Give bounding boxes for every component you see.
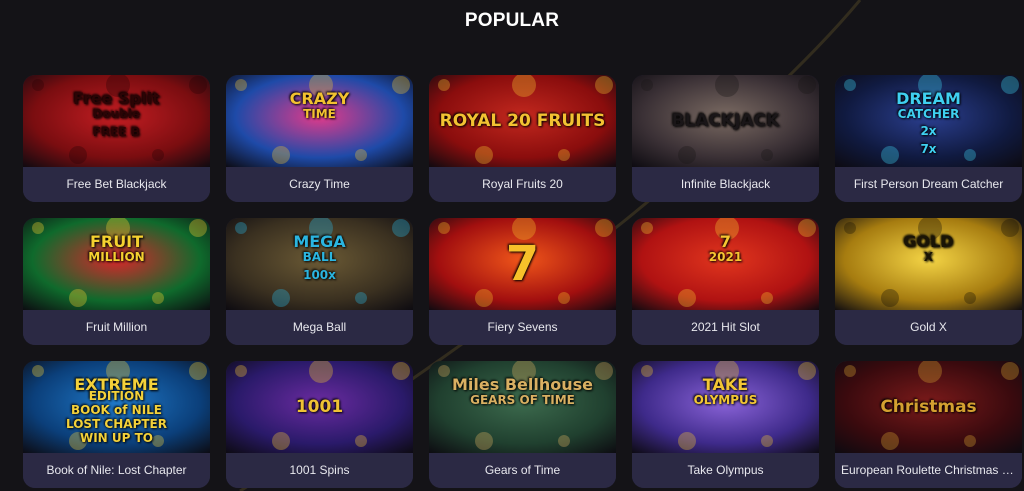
thumbnail-art-text: Free Split [73, 89, 160, 108]
game-thumbnail[interactable]: DREAM CATCHER 2x 7x [835, 75, 1022, 167]
thumbnail-art-text: EDITION [88, 389, 145, 403]
thumbnail-art-text: BLACKJACK [671, 111, 780, 131]
game-card-fruit-million[interactable]: FRUIT MILLION Fruit Million [23, 218, 210, 345]
thumbnail-art-text: 1001 [295, 397, 344, 417]
game-thumbnail[interactable]: CRAZY TIME [226, 75, 413, 167]
game-title[interactable]: Fruit Million [23, 310, 210, 345]
thumbnail-art-text: CRAZY [289, 89, 350, 108]
thumbnail-art-text: 7x [920, 141, 937, 156]
game-card-free-bet-blackjack[interactable]: Free Split Double FREE B Free Bet Blackjack [23, 75, 210, 202]
thumbnail-art-text: GOLD [903, 232, 954, 251]
thumbnail-art-text: 100x [303, 268, 336, 282]
game-card-gold-x[interactable]: GOLD X Gold X [835, 218, 1022, 345]
thumbnail-art-text: MEGA [293, 232, 346, 251]
thumbnail-art-text: GEARS OF TIME [470, 393, 575, 407]
thumbnail-art-text: BALL [302, 250, 337, 264]
thumbnail-art-text: FRUIT [89, 232, 144, 251]
game-thumbnail[interactable]: FRUIT MILLION [23, 218, 210, 310]
game-title[interactable]: 2021 Hit Slot [632, 310, 819, 345]
thumbnail-art-text: TAKE [702, 375, 749, 394]
game-title[interactable]: Mega Ball [226, 310, 413, 345]
thumbnail-art-text: 7 [719, 232, 732, 251]
game-title[interactable]: Gears of Time [429, 453, 616, 488]
game-card-gears-of-time[interactable]: Miles Bellhouse GEARS OF TIME Gears of Tim… [429, 361, 616, 488]
game-card-crazy-time[interactable]: CRAZY TIME Crazy Time [226, 75, 413, 202]
game-thumbnail[interactable]: BLACKJACK [632, 75, 819, 167]
thumbnail-art-text: Miles Bellhouse [452, 375, 593, 394]
game-thumbnail[interactable]: Free Split Double FREE B [23, 75, 210, 167]
thumbnail-art-text: WIN UP TO [79, 431, 154, 445]
thumbnail-art-text: MILLION [88, 250, 145, 264]
game-card-royal-fruits-20[interactable]: ROYAL 20 FRUITS Royal Fruits 20 [429, 75, 616, 202]
game-thumbnail[interactable]: GOLD X [835, 218, 1022, 310]
thumbnail-art-text: OLYMPUS [693, 393, 758, 407]
game-thumbnail[interactable]: MEGA BALL 100x [226, 218, 413, 310]
section-title: POPULAR [464, 10, 560, 31]
game-title[interactable]: Free Bet Blackjack [23, 167, 210, 202]
game-thumbnail[interactable]: ROYAL 20 FRUITS [429, 75, 616, 167]
game-card-take-olympus[interactable]: TAKE OLYMPUS Take Olympus [632, 361, 819, 488]
thumbnail-art-text: X [923, 250, 934, 264]
thumbnail-art-text: ROYAL 20 FRUITS [439, 111, 606, 131]
thumbnail-art-text: DREAM [896, 89, 961, 108]
game-thumbnail[interactable]: Miles Bellhouse GEARS OF TIME [429, 361, 616, 453]
game-card-mega-ball[interactable]: MEGA BALL 100x Mega Ball [226, 218, 413, 345]
game-title[interactable]: Take Olympus [632, 453, 819, 488]
games-grid: Free Split Double FREE B Free Bet Blackjack… [23, 75, 1022, 488]
game-title[interactable]: First Person Dream Catcher [835, 167, 1022, 202]
game-title[interactable]: Infinite Blackjack [632, 167, 819, 202]
game-title[interactable]: Crazy Time [226, 167, 413, 202]
thumbnail-art-text: BOOK of NILE [70, 403, 163, 417]
thumbnail-art-text: 7 [505, 236, 540, 292]
game-title[interactable]: Book of Nile: Lost Chapter [23, 453, 210, 488]
thumbnail-art-text: 2021 [708, 250, 743, 264]
game-card-european-roulette-christmas-edition[interactable]: Christmas European Roulette Christmas Edi… [835, 361, 1022, 488]
thumbnail-art-text: CATCHER [897, 106, 960, 121]
thumbnail-art-text: Double [92, 107, 141, 121]
thumbnail-art-text: FREE B [92, 125, 141, 139]
game-thumbnail[interactable]: 1001 [226, 361, 413, 453]
game-card-fiery-sevens[interactable]: 7 Fiery Sevens [429, 218, 616, 345]
game-card-book-of-nile-lost-chapter[interactable]: EXTREME EDITION BOOK of NILE LOST CHAPTER WI… [23, 361, 210, 488]
game-title[interactable]: Fiery Sevens [429, 310, 616, 345]
game-thumbnail[interactable]: EXTREME EDITION BOOK of NILE LOST CHAPTER WI… [23, 361, 210, 453]
game-title[interactable]: 1001 Spins [226, 453, 413, 488]
game-thumbnail[interactable]: Christmas [835, 361, 1022, 453]
game-card-infinite-blackjack[interactable]: BLACKJACK Infinite Blackjack [632, 75, 819, 202]
game-title[interactable]: Gold X [835, 310, 1022, 345]
game-thumbnail[interactable]: TAKE OLYMPUS [632, 361, 819, 453]
game-card-1001-spins[interactable]: 1001 1001 Spins [226, 361, 413, 488]
thumbnail-art-text: LOST CHAPTER [66, 417, 167, 431]
game-thumbnail[interactable]: 7 2021 [632, 218, 819, 310]
game-title[interactable]: European Roulette Christmas Edition [835, 453, 1022, 488]
game-card-2021-hit-slot[interactable]: 7 2021 2021 Hit Slot [632, 218, 819, 345]
thumbnail-art-text: TIME [303, 107, 336, 121]
game-card-first-person-dream-catcher[interactable]: DREAM CATCHER 2x 7x First Person Dream Catch… [835, 75, 1022, 202]
thumbnail-art-text: Christmas [880, 397, 977, 417]
thumbnail-art-text: 2x [920, 124, 937, 138]
game-thumbnail[interactable]: 7 [429, 218, 616, 310]
game-title[interactable]: Royal Fruits 20 [429, 167, 616, 202]
